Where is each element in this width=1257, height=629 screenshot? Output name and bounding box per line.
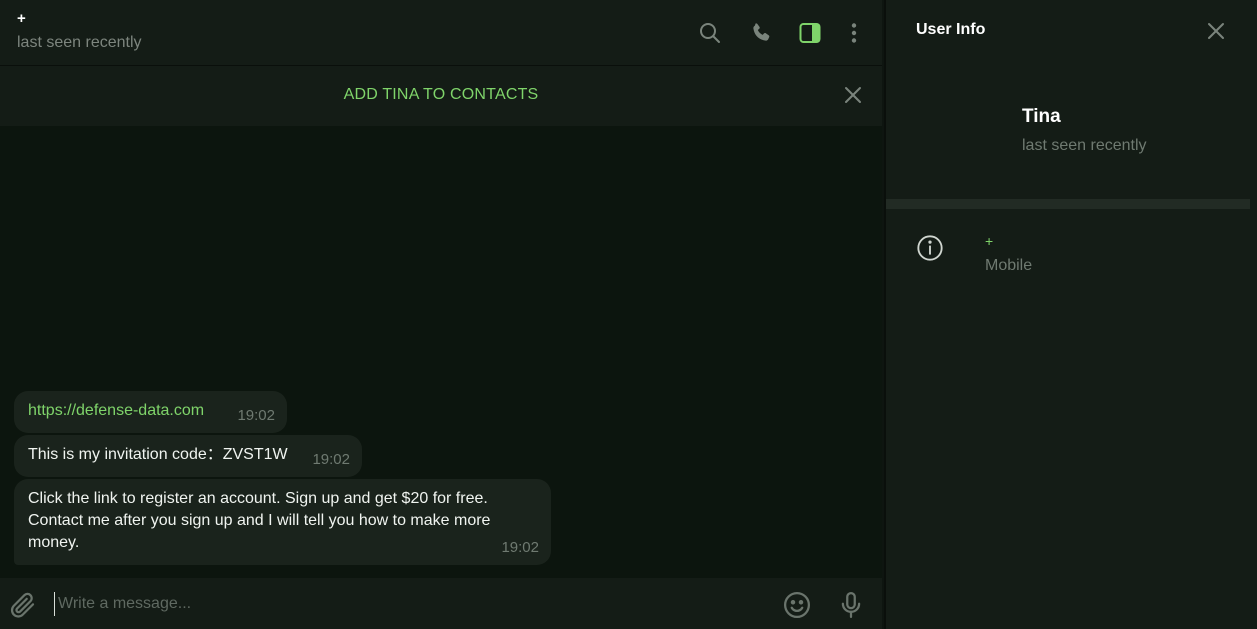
- message-link[interactable]: https://defense-data.com: [28, 402, 204, 419]
- peer-name[interactable]: +: [17, 10, 26, 27]
- telegram-window: + last seen recently ADD TINA TO CONTACT…: [0, 0, 1257, 629]
- chat-header[interactable]: + last seen recently: [0, 0, 882, 66]
- panel-title: User Info: [916, 21, 986, 38]
- message-text-line: Click the link to register an account. S…: [28, 490, 488, 507]
- paperclip-icon[interactable]: [8, 590, 38, 620]
- phone-label: Mobile: [985, 257, 1033, 274]
- info-icon: [916, 234, 944, 262]
- message-text-line: Contact me after you sign up and I will …: [28, 512, 491, 529]
- microphone-icon[interactable]: [836, 590, 866, 620]
- search-icon[interactable]: [697, 20, 723, 46]
- message-bubble[interactable]: This is my invitation code：ZVST1W 19:02: [14, 435, 362, 477]
- message-input[interactable]: [54, 592, 754, 616]
- more-vertical-icon[interactable]: [841, 20, 867, 46]
- peer-status: last seen recently: [17, 34, 142, 51]
- message-text: This is my invitation code：ZVST1W: [28, 446, 288, 463]
- message-time: 19:02: [237, 407, 275, 424]
- message-time: 19:02: [312, 451, 350, 468]
- section-divider: [886, 199, 1250, 209]
- close-panel-icon[interactable]: [1204, 19, 1228, 43]
- sidebar-toggle-icon[interactable]: [797, 20, 823, 46]
- close-banner-icon[interactable]: [841, 83, 865, 107]
- message-time: 19:02: [501, 539, 539, 556]
- phone-number[interactable]: +: [985, 233, 993, 249]
- message-text-line: money.: [28, 534, 80, 551]
- user-name: Tina: [1022, 106, 1061, 127]
- message-bubble[interactable]: Click the link to register an account. S…: [14, 479, 551, 565]
- composer: [0, 578, 882, 629]
- add-contact-banner: ADD TINA TO CONTACTS: [0, 66, 882, 126]
- chat-area: + last seen recently ADD TINA TO CONTACT…: [0, 0, 882, 629]
- user-info-panel: User Info Tina last seen recently + Mobi…: [884, 0, 1257, 629]
- message-bubble[interactable]: https://defense-data.com 19:02: [14, 391, 287, 433]
- add-to-contacts-button[interactable]: ADD TINA TO CONTACTS: [0, 86, 882, 104]
- user-status: last seen recently: [1022, 137, 1147, 154]
- emoji-icon[interactable]: [782, 590, 812, 620]
- phone-icon[interactable]: [748, 20, 774, 46]
